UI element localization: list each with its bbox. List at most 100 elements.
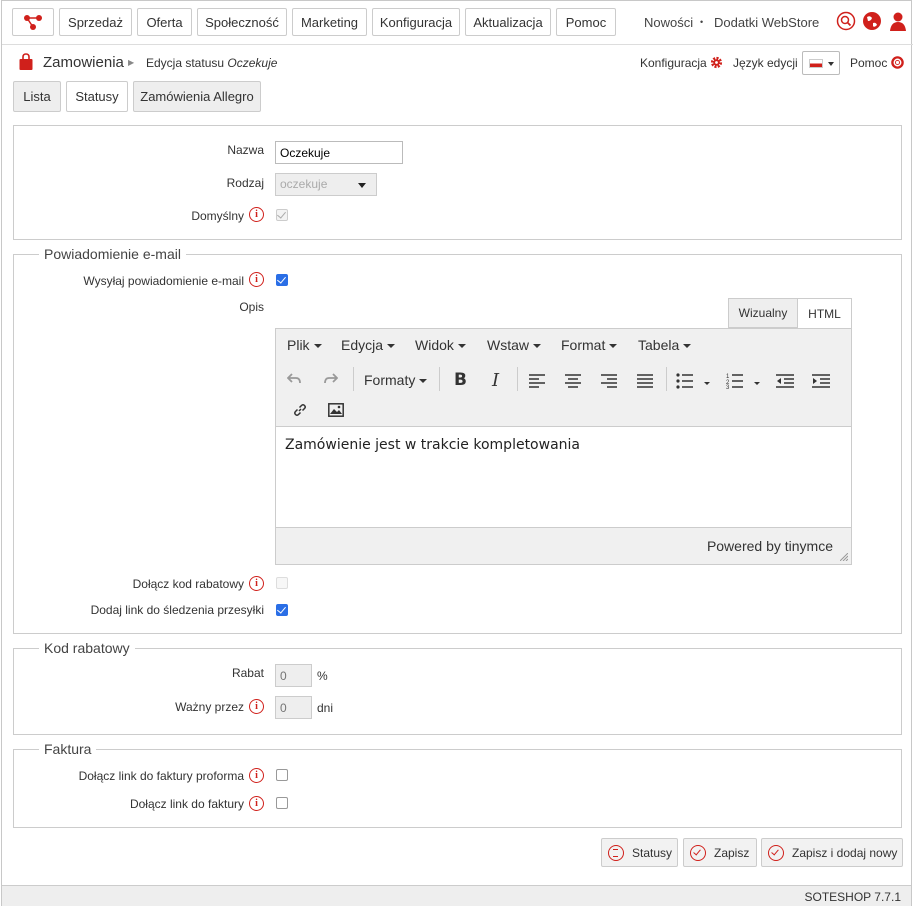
numbered-list-icon[interactable]: 123 <box>726 373 766 389</box>
align-justify-icon[interactable] <box>637 374 653 388</box>
globe-icon[interactable] <box>862 11 882 31</box>
toolbar-divider <box>353 367 354 391</box>
default-label: Domyślny <box>191 209 244 223</box>
rate-input[interactable] <box>275 664 312 687</box>
nav-help[interactable]: Pomoc <box>556 8 616 36</box>
valid-for-label: Ważny przez <box>175 700 244 714</box>
name-input[interactable] <box>275 141 403 164</box>
lifebuoy-icon[interactable] <box>891 56 904 69</box>
menu-table[interactable]: Tabela <box>638 337 692 353</box>
info-icon[interactable]: i <box>249 207 264 222</box>
menu-file[interactable]: Plik <box>287 337 322 353</box>
editor-content-area[interactable]: Zamówienie jest w trakcie kompletowania <box>276 426 851 528</box>
search-icon[interactable] <box>836 11 856 31</box>
proforma-link-checkbox[interactable] <box>276 769 288 781</box>
save-and-add-new-button[interactable]: Zapisz i dodaj nowy <box>761 838 903 867</box>
image-icon[interactable] <box>328 403 344 417</box>
menu-insert[interactable]: Wstaw <box>487 337 541 353</box>
info-icon[interactable]: i <box>249 576 264 591</box>
bold-icon[interactable]: B <box>454 370 467 390</box>
home-logo-button[interactable] <box>12 8 54 36</box>
editor-content-text: Zamówienie jest w trakcie kompletowania <box>285 437 580 453</box>
info-icon[interactable]: i <box>249 796 264 811</box>
redo-icon[interactable] <box>324 373 338 385</box>
invoice-section <box>13 749 902 828</box>
bullet-list-icon[interactable] <box>676 373 716 389</box>
top-navigation: Sprzedaż Oferta Społeczność Marketing Ko… <box>2 1 913 45</box>
edit-language-label: Język edycji <box>733 56 798 70</box>
nav-sales[interactable]: Sprzedaż <box>59 8 132 36</box>
nav-separator: • <box>700 17 704 27</box>
nav-updates[interactable]: Aktualizacja <box>465 8 551 36</box>
statuses-button[interactable]: Statusy <box>601 838 678 867</box>
link-icon[interactable] <box>292 402 308 418</box>
editor-powered-by: Powered by tinymce <box>706 538 833 554</box>
save-and-add-new-button-label: Zapisz i dodaj nowy <box>792 845 898 860</box>
type-value: oczekuje <box>280 177 328 191</box>
indent-icon[interactable] <box>812 374 830 388</box>
nav-configuration[interactable]: Konfiguracja <box>372 8 460 36</box>
gear-icon[interactable] <box>710 56 723 69</box>
menu-format[interactable]: Format <box>561 337 618 353</box>
help-link[interactable]: Pomoc <box>850 56 887 70</box>
invoice-section-legend: Faktura <box>39 741 97 757</box>
info-icon[interactable]: i <box>249 272 264 287</box>
svg-text:3: 3 <box>726 385 730 389</box>
editor-tab-html[interactable]: HTML <box>797 298 852 328</box>
news-link[interactable]: Nowości <box>644 15 693 30</box>
menu-edit[interactable]: Edycja <box>341 337 396 353</box>
invoice-link-checkbox[interactable] <box>276 797 288 809</box>
invoice-link-label: Dołącz link do faktury <box>129 797 244 811</box>
nav-offer[interactable]: Oferta <box>137 8 192 36</box>
check-icon <box>768 844 784 861</box>
default-checkbox[interactable] <box>276 209 288 221</box>
info-icon[interactable]: i <box>249 768 264 783</box>
tracking-link-checkbox[interactable] <box>276 604 288 616</box>
editor-toolbar: Formaty B I 123 <box>276 361 851 425</box>
breadcrumb-status-name: Oczekuje <box>227 56 278 70</box>
language-select[interactable] <box>802 51 840 75</box>
breadcrumb-page: Edycja statusu Oczekuje <box>146 56 278 70</box>
send-email-checkbox[interactable] <box>276 274 288 286</box>
type-select[interactable]: oczekuje <box>275 173 377 196</box>
chevron-down-icon <box>358 183 366 188</box>
statuses-button-label: Statusy <box>632 845 673 860</box>
menu-view[interactable]: Widok <box>415 337 466 353</box>
resize-handle-icon[interactable] <box>840 553 848 561</box>
save-button[interactable]: Zapisz <box>683 838 757 867</box>
logo-icon <box>24 15 42 30</box>
orders-bag-icon <box>19 53 33 70</box>
valid-for-input[interactable] <box>275 696 312 719</box>
toolbar-divider <box>517 367 518 391</box>
align-left-icon[interactable] <box>529 374 545 388</box>
nav-community[interactable]: Społeczność <box>197 8 287 36</box>
proforma-link-label: Dołącz link do faktury proforma <box>78 769 244 783</box>
breadcrumb-module[interactable]: Zamowienia <box>43 54 124 71</box>
poland-flag-icon <box>809 59 823 68</box>
outdent-icon[interactable] <box>776 374 794 388</box>
discount-section-legend: Kod rabatowy <box>39 640 135 656</box>
nav-marketing[interactable]: Marketing <box>292 8 367 36</box>
discount-code-label: Dołącz kod rabatowy <box>132 577 244 591</box>
tab-statuses[interactable]: Statusy <box>66 81 128 112</box>
undo-icon[interactable] <box>287 373 301 385</box>
editor-tab-visual[interactable]: Wizualny <box>728 298 798 328</box>
info-icon[interactable]: i <box>249 699 264 714</box>
list-icon <box>608 844 624 861</box>
italic-icon[interactable]: I <box>492 370 499 391</box>
align-right-icon[interactable] <box>601 374 617 388</box>
tab-list[interactable]: Lista <box>13 81 61 112</box>
formats-dropdown[interactable]: Formaty <box>364 372 428 388</box>
tab-allegro-orders[interactable]: Zamówienia Allegro <box>133 81 261 112</box>
version-label: SOTESHOP 7.7.1 <box>804 890 902 904</box>
user-icon[interactable] <box>888 11 908 31</box>
discount-section <box>13 648 902 735</box>
valid-for-unit: dni <box>317 701 334 715</box>
discount-code-checkbox[interactable] <box>276 577 288 589</box>
align-center-icon[interactable] <box>565 374 581 388</box>
editor-menubar: Plik Edycja Widok Wstaw Format Tabela <box>276 329 851 362</box>
config-link[interactable]: Konfiguracja <box>640 56 707 70</box>
description-label: Opis <box>239 300 264 314</box>
webstore-addons-link[interactable]: Dodatki WebStore <box>714 15 819 30</box>
type-label: Rodzaj <box>226 176 264 190</box>
